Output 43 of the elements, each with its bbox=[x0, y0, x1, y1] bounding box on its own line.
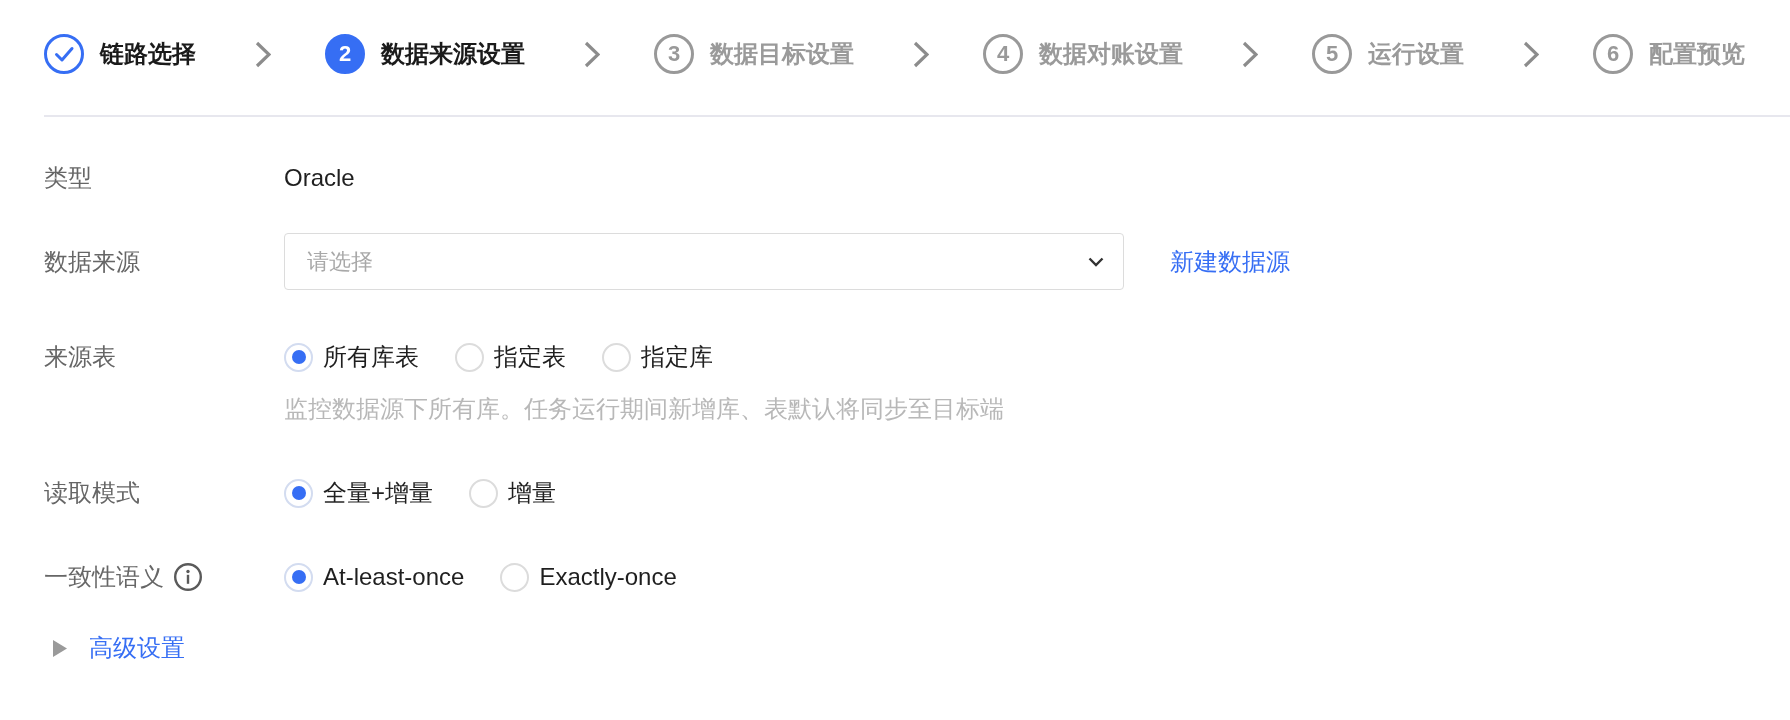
field-label: 来源表 bbox=[44, 342, 116, 372]
chevron-down-icon bbox=[1088, 257, 1104, 267]
step-number: 5 bbox=[1312, 34, 1352, 74]
chevron-right-icon bbox=[1242, 40, 1258, 68]
check-circle-icon bbox=[44, 34, 84, 74]
chevron-right-icon bbox=[584, 40, 600, 68]
radio-button[interactable] bbox=[284, 478, 313, 508]
radio-label: At-least-once bbox=[323, 562, 465, 592]
new-data-source-link[interactable]: 新建数据源 bbox=[1170, 244, 1290, 279]
radio-button[interactable] bbox=[602, 342, 631, 372]
radio-label: Exactly-once bbox=[539, 562, 677, 592]
radio-label: 全量+增量 bbox=[323, 478, 433, 508]
step-number: 4 bbox=[983, 34, 1023, 74]
help-text: 监控数据源下所有库。任务运行期间新增库、表默认将同步至目标端 bbox=[284, 394, 1004, 424]
radio-label: 增量 bbox=[508, 478, 556, 508]
radio-button[interactable] bbox=[469, 478, 498, 508]
step-title: 链路选择 bbox=[100, 39, 196, 69]
step-number: 2 bbox=[325, 34, 365, 74]
step-title: 配置预览 bbox=[1649, 39, 1745, 69]
data-source-select[interactable]: 请选择 bbox=[284, 233, 1124, 290]
field-label: 类型 bbox=[44, 163, 92, 193]
step-number: 6 bbox=[1593, 34, 1633, 74]
step-title: 数据对账设置 bbox=[1039, 39, 1183, 69]
radio-label: 指定库 bbox=[641, 342, 713, 372]
type-value: Oracle bbox=[284, 163, 355, 193]
step-title: 数据来源设置 bbox=[381, 39, 525, 69]
info-icon[interactable] bbox=[174, 563, 202, 591]
radio-button[interactable] bbox=[455, 342, 484, 372]
field-label: 读取模式 bbox=[44, 478, 140, 508]
chevron-right-icon bbox=[1523, 40, 1539, 68]
radio-button[interactable] bbox=[500, 562, 530, 592]
radio-button[interactable] bbox=[284, 562, 313, 592]
field-label: 一致性语义 bbox=[44, 562, 164, 592]
field-label: 数据来源 bbox=[44, 246, 140, 277]
radio-label: 指定表 bbox=[494, 342, 566, 372]
chevron-right-icon bbox=[255, 40, 271, 68]
chevron-right-icon bbox=[913, 40, 929, 68]
advanced-settings-toggle[interactable]: 高级设置 bbox=[53, 631, 185, 665]
step-title: 数据目标设置 bbox=[710, 39, 854, 69]
radio-label: 所有库表 bbox=[323, 342, 419, 372]
radio-button[interactable] bbox=[284, 342, 313, 372]
step-title: 运行设置 bbox=[1368, 39, 1464, 69]
step-number: 3 bbox=[654, 34, 694, 74]
